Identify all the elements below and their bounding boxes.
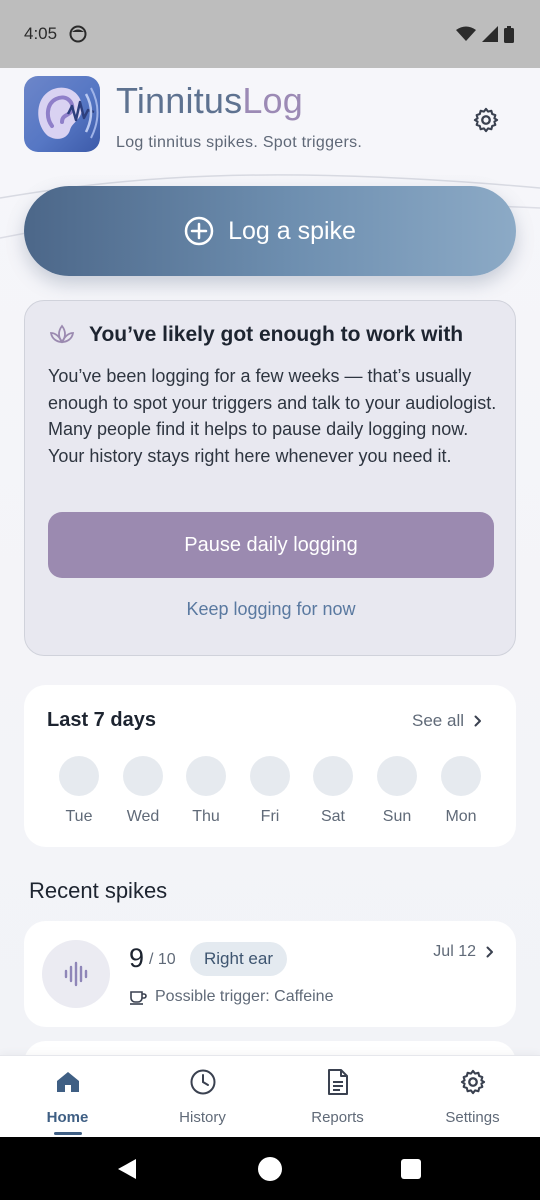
back-icon[interactable]	[116, 1157, 138, 1181]
app-title: TinnitusLog	[116, 80, 303, 122]
day-thu[interactable]: Thu	[176, 756, 236, 826]
nav-home[interactable]: Home	[0, 1067, 135, 1135]
nav-settings[interactable]: Settings	[405, 1067, 540, 1126]
day-sun[interactable]: Sun	[367, 756, 427, 826]
day-label: Tue	[65, 808, 93, 825]
day-dot	[250, 756, 290, 796]
notification-face-icon	[69, 25, 87, 43]
sound-wave-icon	[64, 961, 88, 987]
home-button-icon[interactable]	[258, 1157, 282, 1181]
day-dot	[123, 756, 163, 796]
status-bar: 4:05	[0, 0, 540, 68]
spike-date-label: Jul 12	[433, 943, 476, 960]
app-logo	[24, 76, 100, 152]
day-mon[interactable]: Mon	[431, 756, 491, 826]
keep-logging-link[interactable]: Keep logging for now	[25, 599, 517, 620]
ear-badge: Right ear	[190, 942, 287, 976]
spike-score: 9	[129, 943, 145, 973]
see-all-link[interactable]: See all	[412, 711, 482, 731]
last-7-days-card: Last 7 days See all Tue Wed Thu Fri Sat	[24, 685, 516, 847]
settings-gear-icon[interactable]	[472, 106, 500, 134]
day-wed[interactable]: Wed	[113, 756, 173, 826]
nudge-title: You’ve likely got enough to work with	[89, 323, 464, 346]
log-spike-label: Log a spike	[228, 216, 356, 245]
spike-scale: / 10	[149, 951, 176, 968]
app-subtitle: Log tinnitus spikes. Spot triggers.	[116, 134, 363, 151]
lotus-icon	[49, 324, 75, 344]
chevron-right-icon	[474, 715, 481, 727]
app-title-part1: Tinnitus	[116, 80, 243, 121]
day-dot	[377, 756, 417, 796]
nav-home-label: Home	[46, 1109, 89, 1126]
chevron-right-icon	[486, 946, 493, 958]
day-fri[interactable]: Fri	[240, 756, 300, 826]
ear-logo-icon	[38, 87, 99, 139]
status-time: 4:05	[24, 24, 58, 43]
see-all-label: See all	[412, 711, 464, 730]
app-content: TinnitusLog Log tinnitus spikes. Spot tr…	[0, 68, 540, 1055]
nav-reports-label: Reports	[311, 1109, 364, 1126]
day-dot	[441, 756, 481, 796]
coffee-cup-icon	[130, 991, 147, 1005]
document-icon	[327, 1069, 348, 1095]
week-title: Last 7 days	[47, 709, 156, 731]
day-dot	[186, 756, 226, 796]
recents-icon[interactable]	[401, 1159, 421, 1179]
day-dot	[59, 756, 99, 796]
trigger-row: Possible trigger: Caffeine	[129, 988, 333, 1006]
clock-icon	[190, 1069, 215, 1095]
day-dot	[313, 756, 353, 796]
nav-history-label: History	[179, 1109, 226, 1126]
gear-icon	[460, 1069, 485, 1095]
day-label: Sun	[382, 808, 412, 825]
day-label: Thu	[192, 808, 220, 825]
recent-spikes-title: Recent spikes	[29, 878, 168, 903]
nav-history[interactable]: History	[135, 1067, 270, 1126]
trigger-label: Possible trigger: Caffeine	[155, 988, 334, 1005]
bottom-navigation: Home History Reports Settings	[0, 1055, 540, 1137]
pause-daily-logging-button[interactable]: Pause daily logging	[48, 512, 494, 578]
app-header: TinnitusLog Log tinnitus spikes. Spot tr…	[24, 76, 516, 156]
nav-reports[interactable]: Reports	[270, 1067, 405, 1126]
spike-date: Jul 12	[433, 943, 494, 961]
signal-icon	[482, 26, 498, 42]
system-navigation-bar	[0, 1137, 540, 1200]
spike-list-item[interactable]: 9 / 10 Right ear Jul 12 Possible trigger…	[24, 921, 516, 1027]
nudge-body: You’ve been logging for a few weeks — th…	[48, 366, 497, 466]
day-label: Sat	[320, 808, 345, 825]
log-spike-button[interactable]: Log a spike	[24, 186, 516, 276]
day-sat[interactable]: Sat	[303, 756, 363, 826]
nav-settings-label: Settings	[445, 1109, 500, 1126]
wifi-icon	[456, 26, 476, 41]
pause-nudge-card: You’ve likely got enough to work with Yo…	[24, 300, 516, 656]
day-label: Wed	[126, 808, 160, 825]
day-label: Fri	[260, 808, 280, 825]
app-title-part2: Log	[242, 80, 303, 121]
spike-icon-circle	[42, 940, 110, 1008]
nav-active-indicator	[53, 1132, 82, 1135]
plus-circle-icon	[184, 216, 214, 246]
day-tue[interactable]: Tue	[49, 756, 109, 826]
battery-icon	[504, 25, 514, 43]
home-icon	[56, 1072, 79, 1092]
day-label: Mon	[445, 808, 477, 825]
spike-list-item[interactable]	[24, 1041, 516, 1055]
